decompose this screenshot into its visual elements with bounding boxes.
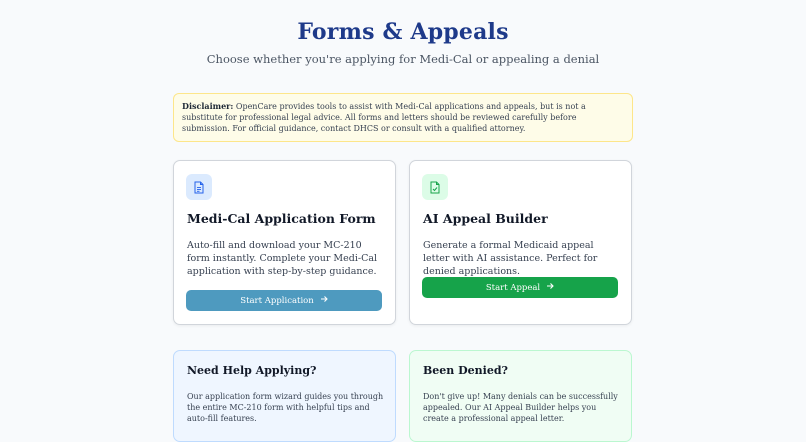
forms-appeals-page: Forms & Appeals Choose whether you're ap… (0, 0, 806, 442)
application-card-description: Auto-fill and download your MC-210 form … (187, 240, 378, 277)
disclaimer-label: Disclaimer: (182, 101, 234, 111)
help-applying-title: Need Help Applying? (187, 364, 317, 377)
document-icon (186, 174, 212, 200)
arrow-right-icon (320, 295, 328, 306)
start-appeal-label: Start Appeal (485, 282, 541, 293)
page-subtitle: Choose whether you're applying for Medi-… (206, 52, 600, 66)
application-card: Medi-Cal Application Form Auto-fill and … (173, 160, 396, 325)
start-application-button[interactable]: Start Application (186, 290, 382, 311)
arrow-right-icon (546, 282, 554, 293)
help-applying-panel: Need Help Applying? Our application form… (173, 350, 396, 442)
disclaimer-box: Disclaimer: OpenCare provides tools to a… (173, 93, 633, 142)
start-application-label: Start Application (240, 295, 314, 306)
page-title: Forms & Appeals (297, 19, 509, 45)
help-denied-panel: Been Denied? Don't give up! Many denials… (409, 350, 632, 442)
appeal-card-title: AI Appeal Builder (423, 211, 548, 226)
document-check-icon (422, 174, 448, 200)
help-denied-text: Don't give up! Many denials can be succe… (423, 392, 618, 423)
disclaimer-text: OpenCare provides tools to assist with M… (182, 102, 586, 133)
start-appeal-button[interactable]: Start Appeal (422, 277, 618, 298)
application-card-title: Medi-Cal Application Form (187, 211, 376, 226)
appeal-card: AI Appeal Builder Generate a formal Medi… (409, 160, 632, 325)
help-applying-text: Our application form wizard guides you t… (187, 392, 384, 423)
help-denied-title: Been Denied? (423, 364, 508, 377)
appeal-card-description: Generate a formal Medicaid appeal letter… (423, 240, 598, 277)
